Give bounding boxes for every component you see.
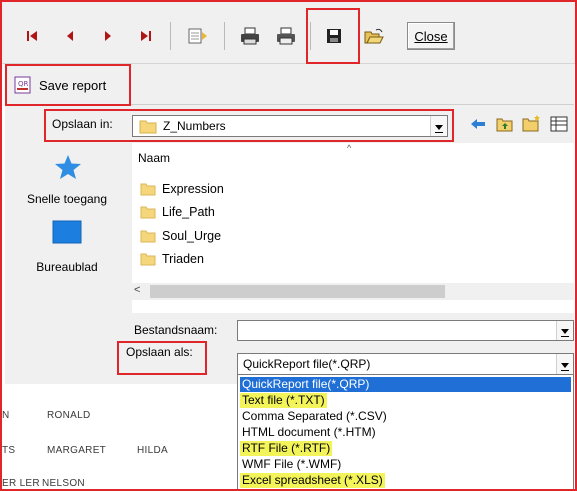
column-header-name[interactable]: Naam: [138, 151, 170, 165]
saveas-dropdown-list: QuickReport file(*.QRP) Text file (*.TXT…: [237, 375, 574, 491]
view-menu-button[interactable]: [550, 116, 570, 134]
close-button[interactable]: Close: [407, 22, 455, 50]
look-in-highlight: [44, 109, 454, 142]
report-icon: QR: [14, 76, 31, 94]
printer-setup-icon: [241, 27, 259, 45]
list-item[interactable]: Expression: [140, 179, 224, 199]
back-button[interactable]: [470, 117, 490, 135]
last-page-icon: [141, 31, 151, 41]
saveas-option[interactable]: Excel spreadsheet (*.XLS): [240, 473, 385, 488]
prev-page-icon: [67, 31, 73, 41]
horizontal-scrollbar[interactable]: <: [132, 283, 574, 300]
scrollbar-thumb[interactable]: [150, 285, 445, 298]
place-quick-access[interactable]: Snelle toegang: [8, 148, 126, 220]
saveas-option[interactable]: WMF File (*.WMF): [240, 457, 343, 472]
chevron-down-icon[interactable]: [556, 354, 573, 374]
report-preview-background: N RONALD TS MARGARET HILDA ER LER NELSON: [2, 384, 237, 489]
saveas-option[interactable]: Comma Separated (*.CSV): [240, 409, 389, 424]
toolbar-separator: [224, 22, 225, 50]
list-item[interactable]: Life_Path: [140, 202, 215, 222]
folder-icon: [140, 183, 156, 196]
report-cell: RONALD: [47, 410, 91, 421]
dialog-title: Save report: [39, 77, 107, 93]
report-toolbar: Close: [2, 2, 575, 64]
svg-text:QR: QR: [18, 80, 29, 88]
printer-setup-button[interactable]: [238, 24, 262, 48]
open-button[interactable]: [362, 24, 386, 48]
filename-input[interactable]: [237, 320, 574, 341]
saveas-highlight: [117, 341, 207, 375]
folder-icon: [140, 253, 156, 266]
saveas-option[interactable]: HTML document (*.HTM): [240, 425, 378, 440]
toolbar-separator: [170, 22, 171, 50]
saveas-option[interactable]: QuickReport file(*.QRP): [240, 377, 571, 392]
sort-caret-icon: ^: [347, 143, 352, 153]
report-cell: ER LER: [2, 478, 40, 489]
back-arrow-icon: [471, 119, 485, 129]
file-list: Naam ^ Expression Life_Path Soul_Urge Tr…: [132, 143, 574, 313]
report-cell: N: [2, 410, 10, 421]
saveas-option[interactable]: Text file (*.TXT): [240, 393, 327, 408]
dialog-titlebar: QR Save report: [5, 64, 131, 106]
list-item[interactable]: Triaden: [140, 249, 204, 269]
print-icon: [277, 27, 295, 45]
save-button-highlight: [306, 8, 360, 64]
open-icon: [364, 28, 384, 44]
first-page-icon: [27, 31, 37, 41]
star-icon: [55, 155, 81, 179]
next-page-button[interactable]: [96, 24, 120, 48]
place-label: Snelle toegang: [26, 192, 108, 206]
list-item[interactable]: Soul_Urge: [140, 226, 221, 246]
last-page-button[interactable]: [134, 24, 158, 48]
place-label: Bureaublad: [36, 260, 98, 274]
up-folder-button[interactable]: [496, 116, 516, 134]
new-folder-icon: [522, 115, 540, 132]
report-cell: MARGARET: [47, 445, 107, 456]
places-bar: Snelle toegang Bureaublad: [8, 148, 126, 318]
chevron-down-icon[interactable]: [556, 321, 573, 340]
report-cell: HILDA: [137, 445, 168, 456]
next-page-icon: [105, 31, 111, 41]
report-cell: TS: [2, 445, 16, 456]
print-button[interactable]: [274, 24, 298, 48]
filename-label: Bestandsnaam:: [134, 323, 218, 337]
place-desktop[interactable]: Bureaublad: [8, 220, 126, 300]
first-page-button[interactable]: [20, 24, 44, 48]
details-view-icon: [550, 116, 568, 132]
desktop-icon: [52, 220, 82, 244]
saveas-value: QuickReport file(*.QRP): [243, 357, 371, 371]
folder-icon: [140, 206, 156, 219]
up-folder-icon: [496, 118, 513, 132]
prev-page-button[interactable]: [58, 24, 82, 48]
page-setup-button[interactable]: [186, 24, 210, 48]
report-cell: NELSON: [42, 478, 85, 489]
page-setup-icon: [188, 28, 207, 44]
saveas-type-select[interactable]: QuickReport file(*.QRP): [237, 353, 574, 375]
saveas-option[interactable]: RTF File (*.RTF): [240, 441, 333, 456]
folder-icon: [140, 230, 156, 243]
new-folder-button[interactable]: [522, 114, 542, 134]
scroll-left-icon[interactable]: <: [134, 284, 140, 296]
